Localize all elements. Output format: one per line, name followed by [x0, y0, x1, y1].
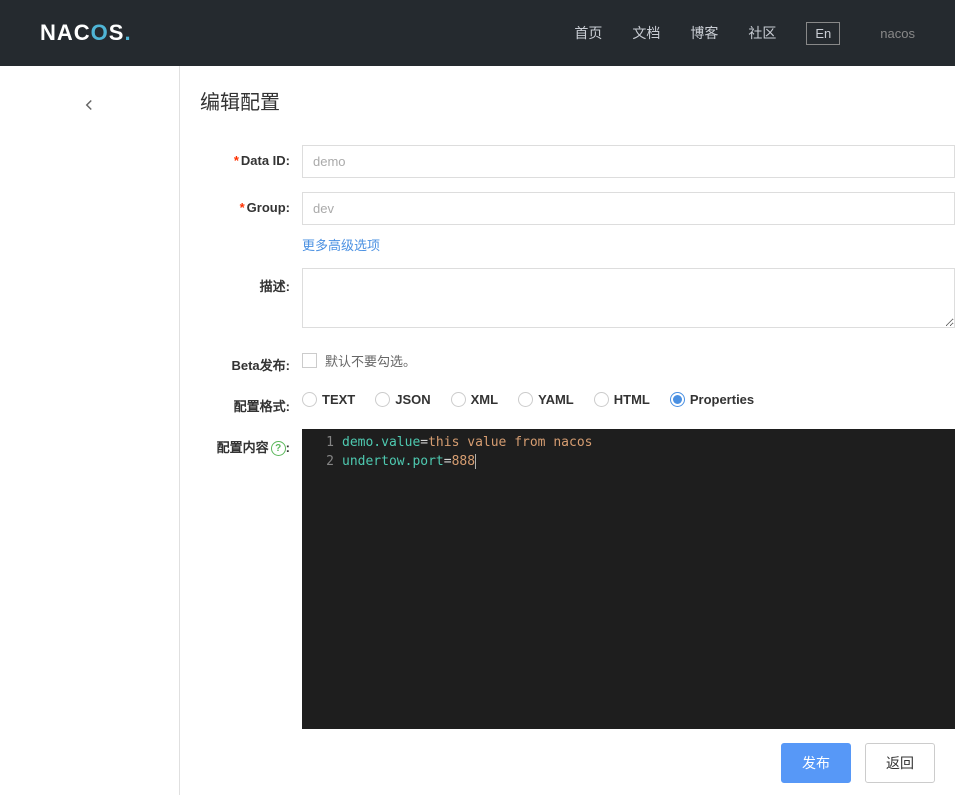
nav-community[interactable]: 社区	[748, 23, 776, 43]
editor-content[interactable]: demo.value=this value from nacos underto…	[342, 429, 955, 729]
logo-text-1: NAC	[40, 20, 91, 46]
radio-html[interactable]: HTML	[594, 392, 650, 407]
radio-circle-icon	[375, 392, 390, 407]
radio-properties[interactable]: Properties	[670, 392, 754, 407]
nav: 首页 文档 博客 社区 En nacos	[574, 22, 915, 45]
row-data-id: *Data ID:	[200, 145, 955, 178]
input-description[interactable]	[302, 268, 955, 328]
row-group: *Group: 更多高级选项	[200, 192, 955, 254]
label-group: *Group:	[200, 192, 290, 215]
radio-circle-icon	[594, 392, 609, 407]
logo-text-3: S	[109, 20, 125, 46]
radio-circle-icon	[518, 392, 533, 407]
code-line: undertow.port=888	[342, 452, 955, 471]
user-name[interactable]: nacos	[880, 26, 915, 41]
label-beta: Beta发布:	[200, 347, 290, 374]
row-format: 配置格式: TEXT JSON XML	[200, 388, 955, 415]
radio-circle-checked-icon	[670, 392, 685, 407]
radio-text[interactable]: TEXT	[302, 392, 355, 407]
label-format: 配置格式:	[200, 388, 290, 415]
footer-buttons: 发布 返回	[200, 743, 955, 783]
back-button[interactable]: 返回	[865, 743, 935, 783]
checkbox-beta[interactable]	[302, 353, 317, 368]
language-toggle[interactable]: En	[806, 22, 840, 45]
label-description: 描述:	[200, 268, 290, 295]
radio-json[interactable]: JSON	[375, 392, 430, 407]
radio-circle-icon	[451, 392, 466, 407]
radio-xml[interactable]: XML	[451, 392, 498, 407]
line-number: 1	[302, 433, 334, 452]
row-description: 描述:	[200, 268, 955, 333]
radio-yaml[interactable]: YAML	[518, 392, 574, 407]
input-data-id[interactable]	[302, 145, 955, 178]
help-icon[interactable]: ?	[271, 441, 286, 456]
nav-blog[interactable]: 博客	[690, 23, 718, 43]
label-data-id: *Data ID:	[200, 145, 290, 168]
label-content: 配置内容?:	[200, 429, 290, 456]
input-group[interactable]	[302, 192, 955, 225]
line-number: 2	[302, 452, 334, 471]
row-content: 配置内容?: 1 2 demo.value=this value from na…	[200, 429, 955, 729]
back-arrow-icon[interactable]	[80, 96, 179, 119]
code-editor[interactable]: 1 2 demo.value=this value from nacos und…	[302, 429, 955, 729]
logo-dot: .	[124, 20, 131, 46]
row-beta: Beta发布: 默认不要勾选。	[200, 347, 955, 374]
main-layout: 编辑配置 *Data ID: *Group: 更多高级选项 描述: Beta发布…	[0, 66, 955, 795]
sidebar	[0, 66, 180, 795]
radio-circle-icon	[302, 392, 317, 407]
nav-docs[interactable]: 文档	[632, 23, 660, 43]
editor-gutter: 1 2	[302, 429, 342, 729]
content: 编辑配置 *Data ID: *Group: 更多高级选项 描述: Beta发布…	[180, 66, 955, 795]
code-line: demo.value=this value from nacos	[342, 433, 955, 452]
nav-home[interactable]: 首页	[574, 23, 602, 43]
logo-text-2: O	[91, 20, 109, 46]
more-options-link[interactable]: 更多高级选项	[302, 235, 955, 254]
publish-button[interactable]: 发布	[781, 743, 851, 783]
beta-hint: 默认不要勾选。	[325, 351, 416, 370]
page-title: 编辑配置	[200, 86, 955, 115]
logo[interactable]: NACOS.	[40, 20, 132, 46]
header: NACOS. 首页 文档 博客 社区 En nacos	[0, 0, 955, 66]
radio-group-format: TEXT JSON XML YAML	[302, 388, 955, 407]
